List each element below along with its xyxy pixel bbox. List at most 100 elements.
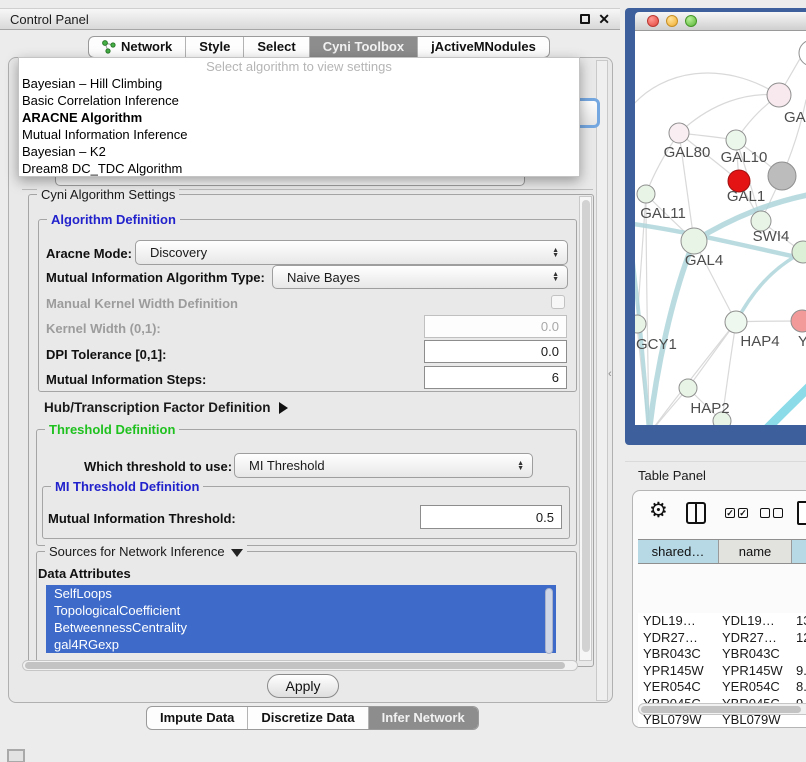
table-cell[interactable]: 12 [792,630,806,647]
mi-threshold-field[interactable]: 0.5 [420,505,562,529]
table-cell[interactable]: 8. [792,679,806,696]
algorithm-option[interactable]: Dream8 DC_TDC Algorithm [19,160,579,177]
network-node-gal4[interactable] [681,228,707,254]
collapse-arrow-icon[interactable] [231,549,243,557]
gear-icon[interactable]: ⚙ [649,500,668,521]
settings-vertical-scrollbar[interactable] [579,196,592,661]
table-horizontal-scrollbar[interactable] [638,703,806,715]
table-cell[interactable]: YDR27… [638,630,719,647]
algorithm-option-selected[interactable]: ARACNE Algorithm [19,109,579,126]
aracne-mode-combo[interactable]: Discovery ▲▼ [135,240,568,265]
table-cell[interactable]: 13 [792,613,806,630]
manual-kernel-label: Manual Kernel Width Definition [46,296,238,311]
network-node-gal11[interactable] [637,185,655,203]
float-panel-icon[interactable] [580,14,590,24]
attribute-item[interactable]: TopologicalCoefficient [46,602,556,619]
table-horizontal-scrollbar-thumb[interactable] [641,706,801,713]
column-header-partial[interactable] [792,540,806,563]
table-cell[interactable]: YDL19… [638,613,719,630]
mi-type-combo[interactable]: Naive Bayes ▲▼ [272,265,568,289]
tab-infer-network[interactable]: Infer Network [368,707,478,729]
tab-select[interactable]: Select [243,37,308,57]
table-row[interactable]: YBR043CYBR043C [638,646,806,663]
tab-network[interactable]: Network [89,37,185,57]
network-node-hap2[interactable] [679,379,697,397]
table-cell[interactable] [792,646,806,663]
attribute-item[interactable]: gal4RGexp [46,636,556,653]
close-window-icon[interactable] [647,15,659,27]
table-cell[interactable]: YBR043C [719,646,792,663]
network-window-titlebar [635,12,806,31]
table-cell[interactable]: YER054C [719,679,792,696]
table-row[interactable]: YPR145WYPR145W9. [638,663,806,680]
node-label-hap4: HAP4 [740,333,779,350]
mi-steps-field[interactable]: 6 [424,366,567,389]
kernel-width-field[interactable]: 0.0 [424,315,567,338]
table-cell[interactable]: YPR145W [719,663,792,680]
new-table-icon[interactable] [797,501,806,525]
algorithm-option[interactable]: Basic Correlation Inference [19,92,579,109]
node-table: shared… name YDL19…YDL19…13YDR27…YDR27…1… [638,539,806,564]
table-row[interactable]: YDL19…YDL19…13 [638,613,806,630]
network-node[interactable] [768,162,796,190]
column-header-shared-name[interactable]: shared… [638,540,719,563]
tab-jactivemnodules[interactable]: jActiveMNodules [417,37,549,57]
mi-threshold-label: Mutual Information Threshold: [48,511,236,526]
dpi-tolerance-field[interactable]: 0.0 [424,340,567,363]
panel-divider-arrow-icon[interactable]: ‹ [608,368,612,380]
network-node-gal80[interactable] [669,123,689,143]
algorithm-dropdown-popup: Select algorithm to view settings Bayesi… [18,57,580,177]
table-cell[interactable]: YBR043C [638,646,719,663]
attributes-list-scrollbar[interactable] [545,588,553,654]
table-row[interactable]: YER054CYER054C8. [638,679,806,696]
algorithm-option[interactable]: Mutual Information Inference [19,126,579,143]
network-node[interactable] [799,40,806,66]
settings-horizontal-scrollbar[interactable] [22,660,578,671]
network-node-hap4[interactable] [725,311,747,333]
network-node-gal10[interactable] [726,130,746,150]
stepper-icon: ▲▼ [552,248,559,258]
deselect-all-columns-icon[interactable] [760,508,783,518]
table-cell[interactable]: 9. [792,663,806,680]
table-row[interactable]: YDR27…YDR27…12 [638,630,806,647]
minimized-grip[interactable] [7,749,25,762]
column-header-name[interactable]: name [719,540,792,563]
network-node-gal[interactable] [767,83,791,107]
table-cell[interactable]: YDL19… [719,613,792,630]
apply-button[interactable]: Apply [267,674,339,698]
network-node-y[interactable] [791,310,806,332]
tab-style[interactable]: Style [185,37,243,57]
expand-arrow-icon[interactable] [279,402,288,414]
network-node[interactable] [792,241,806,263]
mi-type-label: Mutual Information Algorithm Type: [46,270,265,285]
column-layout-icon[interactable] [686,502,706,524]
table-panel: ⚙ ✓✓ shared… name YDL19…YDL19…13YDR27…YD… [632,490,806,728]
tab-cyni-toolbox[interactable]: Cyni Toolbox [309,37,417,57]
select-all-columns-icon[interactable]: ✓✓ [725,508,748,518]
node-label-hap2: HAP2 [690,400,729,417]
network-node-gcy1[interactable] [635,315,646,333]
node-label-gal: GAL [784,109,806,126]
table-cell[interactable]: YPR145W [638,663,719,680]
tab-discretize-data[interactable]: Discretize Data [247,707,367,729]
tab-impute-data[interactable]: Impute Data [147,707,247,729]
attribute-item[interactable]: SelfLoops [46,585,556,602]
manual-kernel-checkbox[interactable] [551,295,565,309]
attribute-item[interactable]: BetweennessCentrality [46,619,556,636]
hub-definition-section[interactable]: Hub/Transcription Factor Definition [44,400,288,415]
minimize-window-icon[interactable] [666,15,678,27]
settings-vertical-scrollbar-thumb[interactable] [582,200,590,652]
table-cell[interactable]: YDR27… [719,630,792,647]
settings-horizontal-scrollbar-thumb[interactable] [25,662,565,669]
node-label-swi4: SWI4 [753,228,790,245]
zoom-window-icon[interactable] [685,15,697,27]
which-threshold-combo[interactable]: MI Threshold ▲▼ [234,453,533,478]
algorithm-option[interactable]: Bayesian – Hill Climbing [19,75,579,92]
panel-edge-scrollbar[interactable] [596,60,608,701]
close-panel-icon[interactable]: ✕ [598,12,610,26]
group-title: MI Threshold Definition [51,479,203,494]
network-view[interactable]: GALGAL80GAL10GAL1GAL11SWI4GAL4GCY1HAP4YH… [635,31,806,425]
table-cell[interactable]: YER054C [638,679,719,696]
algorithm-option[interactable]: Bayesian – K2 [19,143,579,160]
table-panel-titlebar: Table Panel [625,461,806,489]
